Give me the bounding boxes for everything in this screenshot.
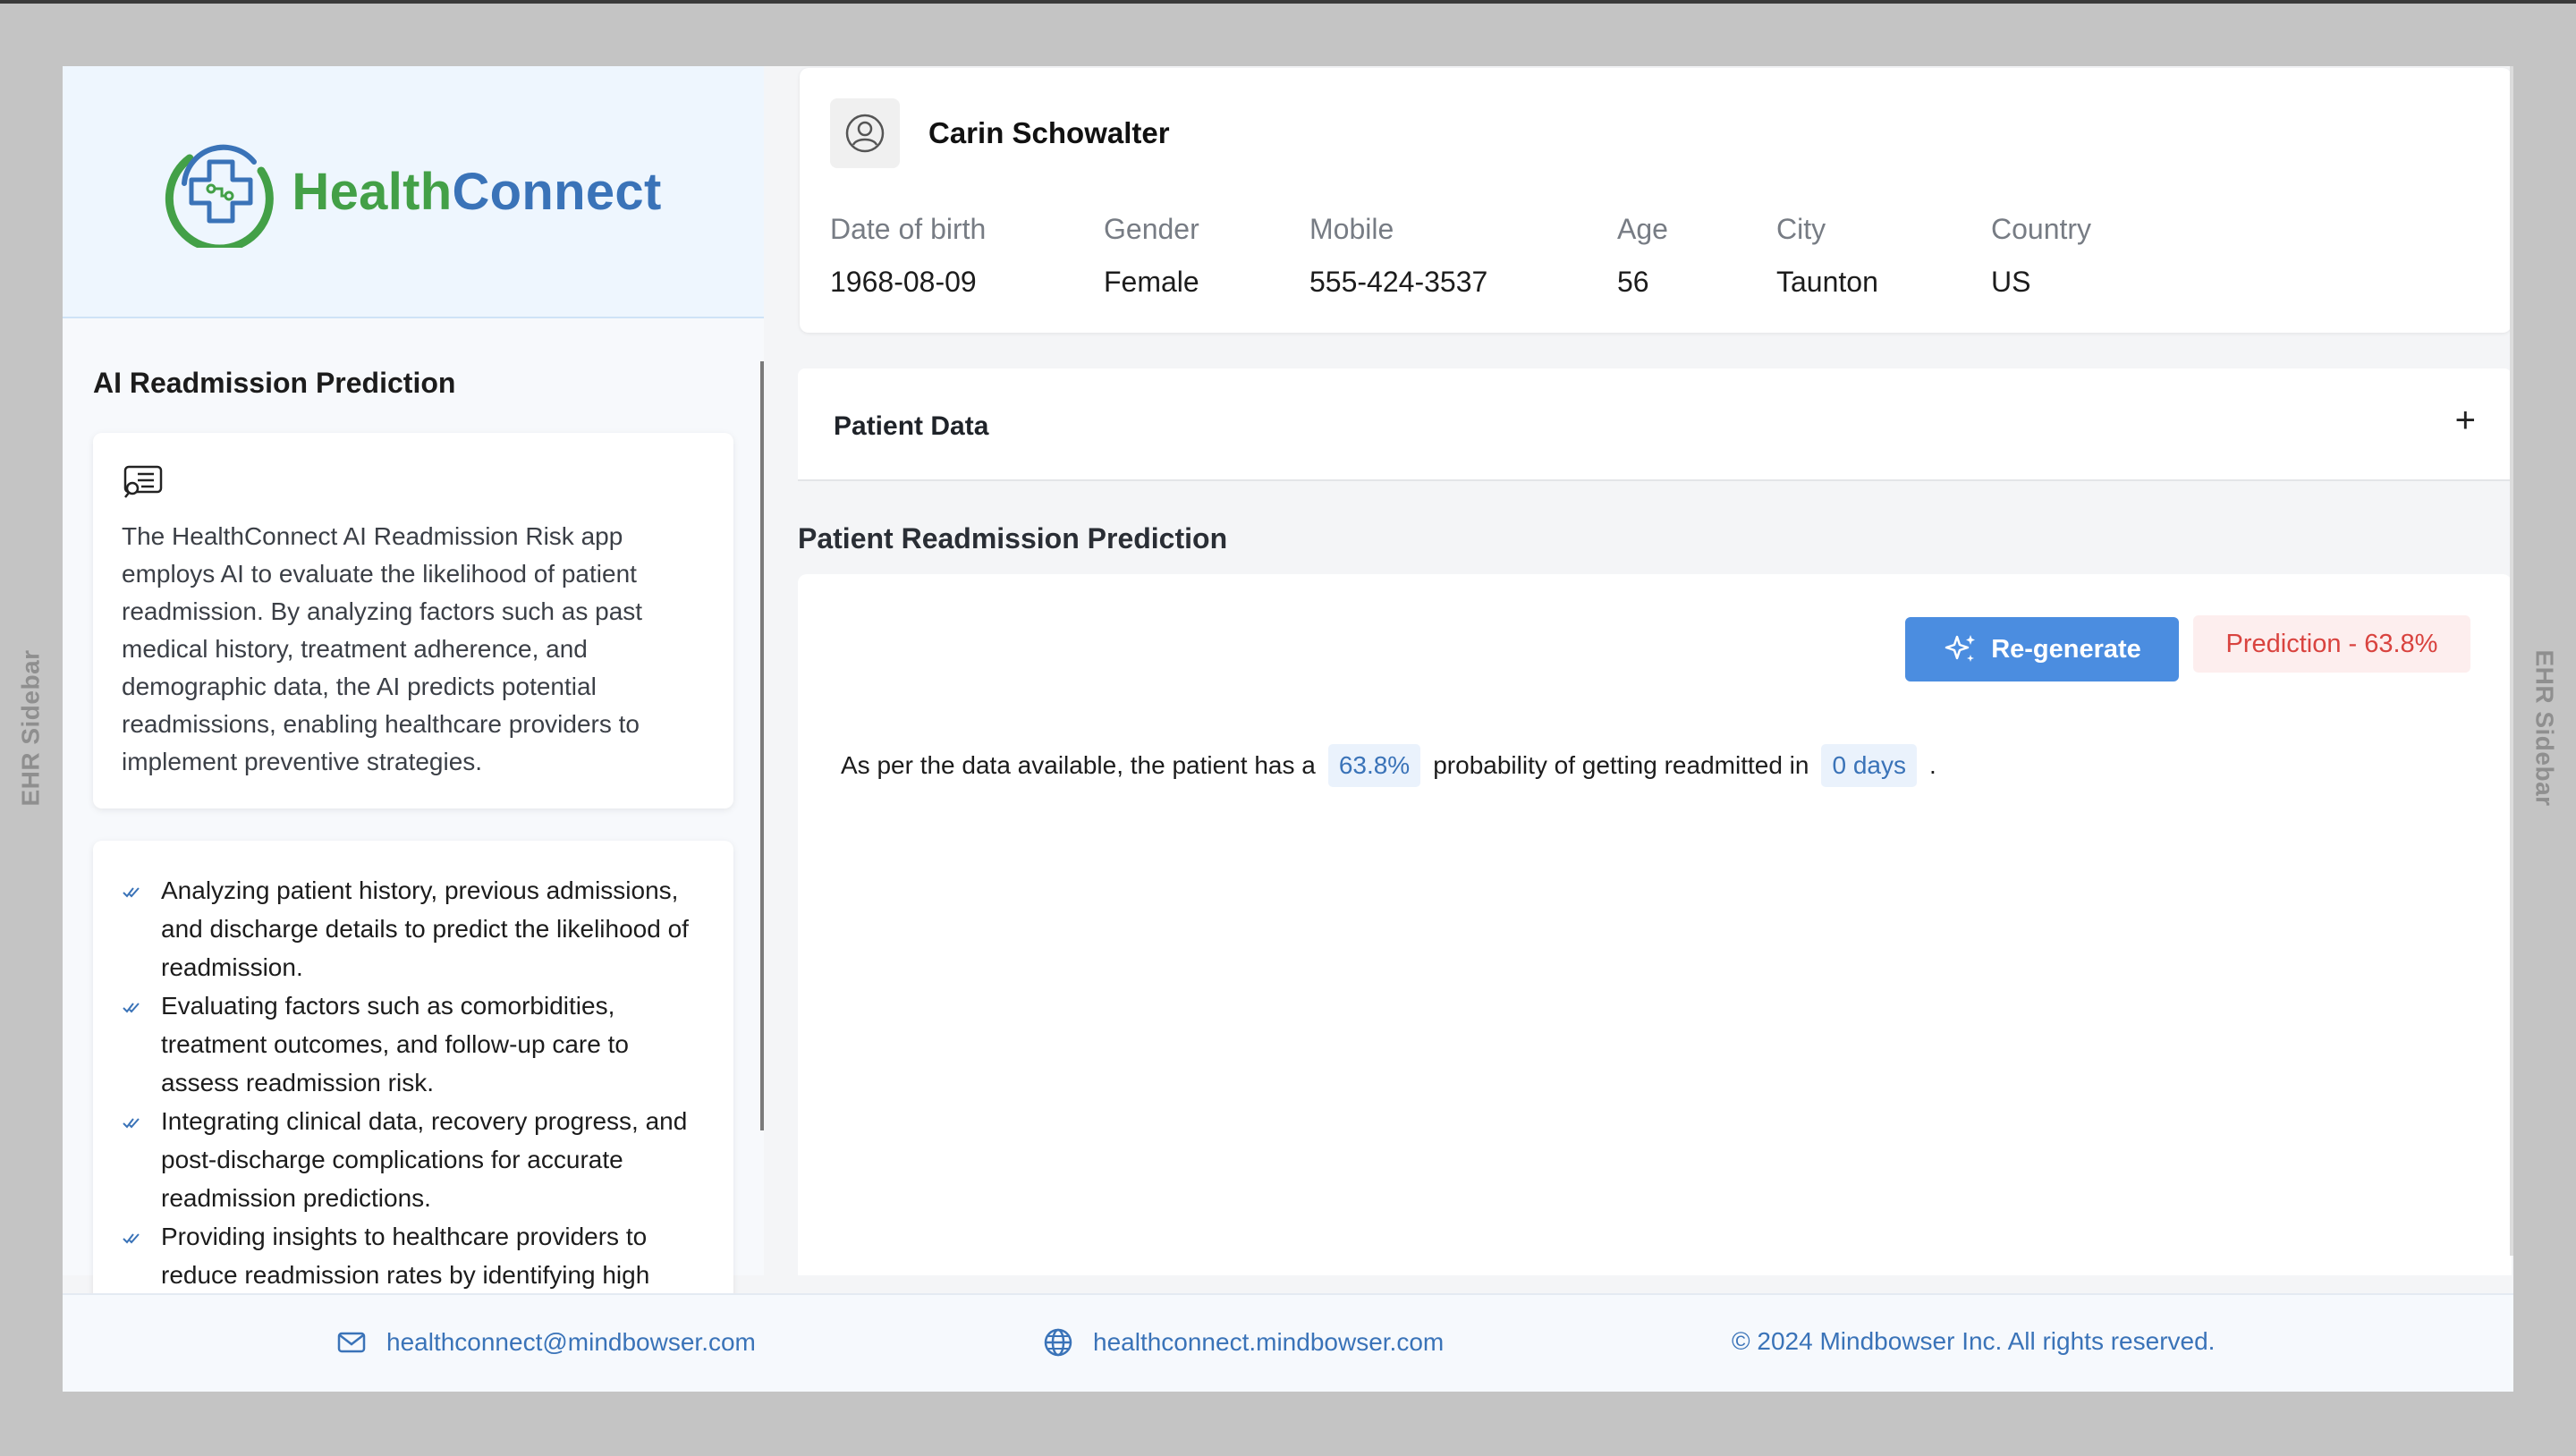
main-scrollbar[interactable] [2510,66,2513,1256]
mail-icon [337,1332,366,1353]
sidebar-scrollbar[interactable] [760,361,764,1130]
list-item: Integrating clinical data, recovery prog… [122,1102,707,1217]
main-content: Carin Schowalter Date of birth 1968-08-0… [798,66,2513,1275]
brand-name: HealthConnect [292,162,661,222]
list-item: Providing insights to healthcare provide… [122,1217,707,1294]
demographic-city: City Taunton [1776,213,1878,299]
footer-website[interactable]: healthconnect.mindbowser.com [1043,1327,1444,1358]
feature-text: Integrating clinical data, recovery prog… [161,1107,688,1212]
app-footer: healthconnect@mindbowser.com healthconne… [63,1293,2513,1392]
brand-name-part1: Health [292,162,453,221]
prediction-section-title: Patient Readmission Prediction [798,522,1228,554]
field-label: City [1776,213,1826,245]
footer-website-link[interactable]: healthconnect.mindbowser.com [1093,1328,1444,1357]
field-value: 1968-08-09 [830,266,977,298]
sentence-start: As per the data available, the patient h… [841,751,1316,779]
sparkles-icon [1945,635,1976,662]
description-card: The HealthConnect AI Readmission Risk ap… [93,433,733,808]
list-item: Analyzing patient history, previous admi… [122,871,707,986]
field-value: Female [1104,266,1199,298]
demographic-country: Country US [1991,213,2091,299]
field-label: Mobile [1309,213,1394,245]
prediction-sentence: As per the data available, the patient h… [841,744,1936,787]
field-value: US [1991,266,2031,298]
field-value: Taunton [1776,266,1878,298]
field-label: Date of birth [830,213,987,245]
patient-data-accordion[interactable]: Patient Data + [798,368,2512,481]
user-circle-icon [845,114,885,153]
double-check-icon [123,1118,140,1129]
regenerate-label: Re-generate [1991,634,2141,664]
double-check-icon [123,887,140,898]
regenerate-button[interactable]: Re-generate [1905,617,2179,681]
healthconnect-logo-icon [165,144,275,248]
field-value: 56 [1617,266,1649,298]
expand-plus-icon[interactable]: + [2455,401,2476,441]
probability-chip: 63.8% [1327,744,1421,787]
features-card: Analyzing patient history, previous admi… [93,841,733,1306]
brand-logo: HealthConnect [165,135,661,248]
list-item: Evaluating factors such as comorbidities… [122,986,707,1102]
field-label: Country [1991,213,2092,245]
feature-text: Evaluating factors such as comorbidities… [161,992,629,1096]
app-sidebar: HealthConnect AI Readmission Prediction … [63,66,764,1306]
footer-email[interactable]: healthconnect@mindbowser.com [336,1327,756,1358]
days-chip: 0 days [1821,744,1917,787]
accordion-title: Patient Data [834,411,989,441]
brand-header: HealthConnect [63,66,764,318]
patient-info-card: Carin Schowalter Date of birth 1968-08-0… [800,68,2512,333]
double-check-icon [123,1233,140,1244]
avatar [830,98,900,168]
prediction-card: Re-generate Prediction - 63.8% As per th… [798,574,2512,1275]
double-check-icon [123,1003,140,1013]
sidebar-title: AI Readmission Prediction [93,367,456,399]
feature-text: Providing insights to healthcare provide… [161,1223,650,1289]
demographic-age: Age 56 [1617,213,1668,299]
sentence-end: . [1928,751,1936,779]
footer-copyright: © 2024 Mindbowser Inc. All rights reserv… [1732,1327,2215,1356]
ehr-sidebar-right[interactable]: EHR Sidebar [2513,0,2576,1456]
demographic-mobile: Mobile 555-424-3537 [1309,213,1487,299]
globe-icon [1044,1328,1072,1357]
ehr-sidebar-label: EHR Sidebar [2531,649,2560,807]
footer-email-link[interactable]: healthconnect@mindbowser.com [386,1328,756,1357]
ehr-sidebar-left[interactable]: EHR Sidebar [0,0,63,1456]
field-value: 555-424-3537 [1309,266,1488,298]
app-window: HealthConnect AI Readmission Prediction … [63,66,2513,1392]
feature-text: Analyzing patient history, previous admi… [161,876,689,981]
field-label: Gender [1104,213,1199,245]
brand-name-part2: Connect [452,162,662,221]
ehr-sidebar-label: EHR Sidebar [17,649,46,807]
prediction-badge: Prediction - 63.8% [2193,615,2470,673]
demographic-gender: Gender Female [1104,213,1199,299]
description-text: The HealthConnect AI Readmission Risk ap… [122,522,643,775]
demographic-dob: Date of birth 1968-08-09 [830,213,986,299]
window-top-border [0,0,2576,4]
chat-document-icon [123,465,163,498]
copyright-text: © 2024 Mindbowser Inc. All rights reserv… [1732,1327,2216,1355]
sentence-mid: probability of getting readmitted in [1433,751,1809,779]
field-label: Age [1617,213,1668,245]
patient-name: Carin Schowalter [928,116,1170,149]
